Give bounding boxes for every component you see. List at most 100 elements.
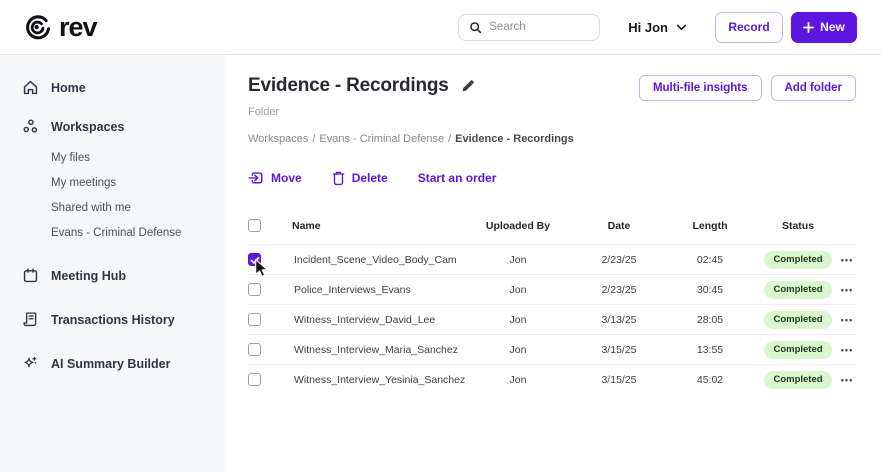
move-icon [248, 169, 265, 186]
edit-title-icon[interactable] [461, 79, 475, 93]
sidebar-item-meeting-hub[interactable]: Meeting Hub [22, 267, 225, 284]
status-badge: Completed [764, 370, 832, 389]
status-badge: Completed [764, 250, 832, 269]
file-name[interactable]: Witness_Interview_Yesinia_Sanchez [292, 364, 465, 395]
uploaded-by: Jon [460, 334, 576, 365]
main-content: Evidence - Recordings Folder Workspaces /… [225, 55, 881, 472]
sidebar-item-label: Transactions History [51, 312, 175, 327]
row-menu-button[interactable]: ••• [841, 315, 853, 325]
breadcrumb-workspaces[interactable]: Workspaces [248, 133, 308, 145]
table-row: Witness_Interview_Yesinia_Sanchez Jon 3/… [248, 364, 856, 395]
start-order-label: Start an order [417, 170, 497, 185]
table-row: Police_Interviews_Evans Jon 2/23/25 30:4… [248, 274, 856, 305]
folder-subtitle: Folder [248, 106, 280, 118]
file-name[interactable]: Witness_Interview_David_Lee [292, 304, 460, 335]
length: 30:45 [662, 274, 758, 305]
date: 3/15/25 [576, 334, 662, 365]
sidebar-item-shared-with-me[interactable]: Shared with me [51, 195, 225, 220]
sidebar-item-label: Home [51, 80, 86, 95]
delete-label: Delete [351, 170, 388, 185]
new-button-label: New [820, 20, 845, 34]
sidebar-item-label: AI Summary Builder [51, 357, 171, 371]
table-row: Witness_Interview_Maria_Sanchez Jon 3/15… [248, 334, 856, 365]
file-name[interactable]: Witness_Interview_Maria_Sanchez [292, 334, 460, 365]
table-row: Witness_Interview_David_Lee Jon 3/13/25 … [248, 304, 856, 335]
logo-text: rev [59, 11, 98, 42]
rev-logo-icon [24, 13, 52, 41]
sidebar-item-ai-summary-builder[interactable]: AI Summary Builder [22, 355, 225, 373]
row-checkbox[interactable] [248, 283, 261, 296]
select-all-checkbox[interactable] [248, 219, 261, 232]
plus-icon [803, 21, 815, 33]
sidebar-item-my-files[interactable]: My files [51, 145, 225, 170]
search-input[interactable] [489, 21, 580, 33]
length: 13:55 [662, 334, 758, 365]
column-header-status[interactable]: Status [758, 213, 838, 245]
add-folder-button[interactable]: Add folder [770, 75, 856, 101]
length: 28:05 [662, 304, 758, 335]
move-button[interactable]: Move [248, 169, 302, 186]
breadcrumb: Workspaces / Evans - Criminal Defense / Evid… [248, 133, 574, 145]
row-menu-button[interactable]: ••• [841, 285, 853, 295]
date: 2/23/25 [576, 274, 662, 305]
user-menu[interactable]: Hi Jon [628, 20, 687, 35]
row-menu-button[interactable]: ••• [841, 255, 853, 265]
delete-button[interactable]: Delete [331, 170, 388, 186]
toolbar: Move Delete Start an order [248, 169, 856, 186]
sidebar-item-evans-criminal-defense[interactable]: Evans - Criminal Defense [51, 220, 225, 245]
calendar-icon [22, 267, 39, 284]
row-checkbox[interactable] [248, 313, 261, 326]
row-checkbox[interactable] [248, 373, 261, 387]
new-button[interactable]: New [791, 11, 857, 43]
move-label: Move [271, 170, 302, 185]
chevron-down-icon [676, 24, 687, 31]
status-badge: Completed [764, 280, 832, 299]
status-badge: Completed [764, 340, 832, 359]
breadcrumb-separator: / [312, 133, 316, 145]
breadcrumb-separator: / [448, 133, 452, 145]
status-badge: Completed [764, 310, 832, 329]
column-header-name[interactable]: Name [292, 213, 460, 245]
sidebar-item-transactions-history[interactable]: Transactions History [22, 311, 225, 328]
sidebar-item-label: Workspaces [51, 119, 125, 134]
page-title: Evidence - Recordings [248, 75, 449, 96]
rev-logo: rev [24, 11, 98, 43]
uploaded-by: Jon [460, 304, 576, 335]
breadcrumb-evans[interactable]: Evans - Criminal Defense [319, 133, 444, 145]
row-checkbox[interactable] [248, 343, 261, 356]
uploaded-by: Jon [460, 244, 576, 275]
date: 3/15/25 [576, 364, 662, 395]
sidebar-item-my-meetings[interactable]: My meetings [51, 170, 225, 195]
recordings-table: Name Uploaded By Date Length Status Inci… [248, 213, 856, 395]
receipt-icon [22, 311, 39, 328]
row-checkbox[interactable] [248, 253, 269, 278]
multi-file-insights-button[interactable]: Multi-file insights [638, 75, 762, 101]
breadcrumb-current: Evidence - Recordings [455, 133, 574, 145]
file-name[interactable]: Incident_Scene_Video_Body_Cam [292, 244, 460, 275]
column-header-uploaded-by[interactable]: Uploaded By [460, 213, 576, 245]
home-icon [22, 79, 39, 96]
start-order-button[interactable]: Start an order [418, 171, 497, 185]
sidebar-item-label: Meeting Hub [51, 268, 126, 283]
trash-icon [331, 170, 346, 186]
search-icon [469, 21, 482, 34]
table-row: Incident_Scene_Video_Body_Cam Jon 2/23/2… [248, 244, 856, 278]
sidebar: Home Workspaces My files My meetings Sha… [0, 55, 225, 472]
length: 02:45 [662, 244, 758, 275]
record-button[interactable]: Record [715, 11, 783, 43]
file-name[interactable]: Police_Interviews_Evans [292, 274, 460, 305]
row-menu-button[interactable]: ••• [841, 375, 853, 385]
workspaces-sublist: My files My meetings Shared with me Evan… [51, 145, 225, 245]
column-header-date[interactable]: Date [576, 213, 662, 245]
sidebar-item-home[interactable]: Home [22, 79, 225, 96]
search-box[interactable] [458, 13, 601, 41]
column-header-length[interactable]: Length [662, 213, 758, 245]
sparkles-icon [22, 355, 39, 373]
sidebar-item-workspaces[interactable]: Workspaces [22, 118, 225, 135]
topbar: rev Hi Jon Record New [0, 0, 881, 55]
uploaded-by: Jon [460, 274, 576, 305]
date: 3/13/25 [576, 304, 662, 335]
uploaded-by: Jon [460, 364, 576, 395]
row-menu-button[interactable]: ••• [841, 345, 853, 355]
date: 2/23/25 [576, 244, 662, 275]
